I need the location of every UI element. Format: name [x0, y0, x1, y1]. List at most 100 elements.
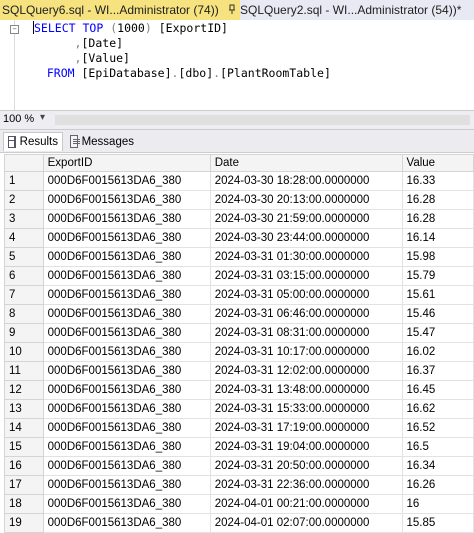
cell-exportid[interactable]: 000D6F0015613DA6_380: [42, 266, 211, 286]
cell-value[interactable]: 16.14: [401, 228, 474, 248]
cell-date[interactable]: 2024-03-31 19:04:00.0000000: [209, 437, 403, 457]
cell-value[interactable]: 16.26: [401, 475, 474, 495]
cell-exportid[interactable]: 000D6F0015613DA6_380: [42, 323, 211, 343]
table-row[interactable]: 8 000D6F0015613DA6_380 2024-03-31 06:46:00…: [4, 304, 474, 324]
row-number[interactable]: 6: [4, 266, 44, 286]
cell-exportid[interactable]: 000D6F0015613DA6_380: [42, 380, 211, 400]
cell-exportid[interactable]: 000D6F0015613DA6_380: [42, 513, 211, 533]
tab-sqlquery6[interactable]: SQLQuery6.sql - WI...Administrator (74))…: [0, 0, 240, 20]
table-row[interactable]: 9 000D6F0015613DA6_380 2024-03-31 08:31:00…: [4, 323, 474, 343]
cell-date[interactable]: 2024-03-31 03:15:00.0000000: [209, 266, 403, 286]
row-number[interactable]: 15: [4, 437, 44, 457]
cell-date[interactable]: 2024-03-31 13:48:00.0000000: [209, 380, 403, 400]
cell-date[interactable]: 2024-03-30 21:59:00.0000000: [209, 209, 403, 229]
column-header-date[interactable]: Date: [209, 154, 403, 172]
cell-exportid[interactable]: 000D6F0015613DA6_380: [42, 247, 211, 267]
cell-date[interactable]: 2024-03-31 12:02:00.0000000: [209, 361, 403, 381]
row-number[interactable]: 4: [4, 228, 44, 248]
column-header-exportid[interactable]: ExportID: [42, 154, 211, 172]
tab-results[interactable]: Results: [3, 132, 63, 151]
row-number[interactable]: 8: [4, 304, 44, 324]
table-row[interactable]: 6 000D6F0015613DA6_380 2024-03-31 03:15:00…: [4, 266, 474, 286]
cell-date[interactable]: 2024-03-31 08:31:00.0000000: [209, 323, 403, 343]
cell-value[interactable]: 16.02: [401, 342, 474, 362]
row-number[interactable]: 9: [4, 323, 44, 343]
row-number[interactable]: 16: [4, 456, 44, 476]
cell-value[interactable]: 15.47: [401, 323, 474, 343]
cell-value[interactable]: 16.45: [401, 380, 474, 400]
row-number[interactable]: 1: [4, 171, 44, 191]
cell-exportid[interactable]: 000D6F0015613DA6_380: [42, 361, 211, 381]
cell-value[interactable]: 15.85: [401, 513, 474, 533]
cell-date[interactable]: 2024-03-30 20:13:00.0000000: [209, 190, 403, 210]
cell-date[interactable]: 2024-04-01 00:21:00.0000000: [209, 494, 403, 514]
tab-messages[interactable]: Messages: [66, 132, 138, 151]
row-number[interactable]: 2: [4, 190, 44, 210]
cell-date[interactable]: 2024-03-31 22:36:00.0000000: [209, 475, 403, 495]
cell-date[interactable]: 2024-04-01 02:07:00.0000000: [209, 513, 403, 533]
sql-code[interactable]: SELECT TOP (1000) [ExportID] ,[Date] ,[V…: [33, 21, 331, 81]
table-row[interactable]: 2 000D6F0015613DA6_380 2024-03-30 20:13:00…: [4, 190, 474, 210]
cell-exportid[interactable]: 000D6F0015613DA6_380: [42, 475, 211, 495]
chevron-down-icon[interactable]: ▾: [40, 112, 45, 123]
cell-exportid[interactable]: 000D6F0015613DA6_380: [42, 190, 211, 210]
column-header-value[interactable]: Value: [401, 154, 474, 172]
row-number[interactable]: 17: [4, 475, 44, 495]
cell-date[interactable]: 2024-03-31 10:17:00.0000000: [209, 342, 403, 362]
cell-value[interactable]: 15.98: [401, 247, 474, 267]
row-number[interactable]: 18: [4, 494, 44, 514]
cell-exportid[interactable]: 000D6F0015613DA6_380: [42, 399, 211, 419]
cell-value[interactable]: 16.62: [401, 399, 474, 419]
row-number[interactable]: 3: [4, 209, 44, 229]
tab-sqlquery2[interactable]: SQLQuery2.sql - WI...Administrator (54))…: [240, 0, 474, 20]
table-row[interactable]: 19 000D6F0015613DA6_380 2024-04-01 02:07:0…: [4, 513, 474, 533]
row-number[interactable]: 19: [4, 513, 44, 533]
cell-exportid[interactable]: 000D6F0015613DA6_380: [42, 209, 211, 229]
cell-value[interactable]: 16: [401, 494, 474, 514]
cell-value[interactable]: 16.5: [401, 437, 474, 457]
cell-exportid[interactable]: 000D6F0015613DA6_380: [42, 342, 211, 362]
row-number[interactable]: 14: [4, 418, 44, 438]
row-number[interactable]: 11: [4, 361, 44, 381]
cell-value[interactable]: 16.37: [401, 361, 474, 381]
results-grid[interactable]: ExportID Date Value 1 000D6F0015613DA6_38…: [4, 154, 474, 533]
table-row[interactable]: 15 000D6F0015613DA6_380 2024-03-31 19:04:0…: [4, 437, 474, 457]
cell-value[interactable]: 15.61: [401, 285, 474, 305]
horizontal-scrollbar[interactable]: [55, 115, 470, 125]
cell-date[interactable]: 2024-03-31 20:50:00.0000000: [209, 456, 403, 476]
table-row[interactable]: 17 000D6F0015613DA6_380 2024-03-31 22:36:0…: [4, 475, 474, 495]
cell-exportid[interactable]: 000D6F0015613DA6_380: [42, 437, 211, 457]
cell-value[interactable]: 16.28: [401, 209, 474, 229]
cell-value[interactable]: 16.28: [401, 190, 474, 210]
cell-value[interactable]: 16.52: [401, 418, 474, 438]
row-number[interactable]: 13: [4, 399, 44, 419]
table-row[interactable]: 11 000D6F0015613DA6_380 2024-03-31 12:02:0…: [4, 361, 474, 381]
table-row[interactable]: 16 000D6F0015613DA6_380 2024-03-31 20:50:0…: [4, 456, 474, 476]
cell-date[interactable]: 2024-03-30 18:28:00.0000000: [209, 171, 403, 191]
cell-date[interactable]: 2024-03-31 15:33:00.0000000: [209, 399, 403, 419]
cell-value[interactable]: 15.46: [401, 304, 474, 324]
collapse-icon[interactable]: −: [10, 25, 19, 34]
query-editor[interactable]: − SELECT TOP (1000) [ExportID] ,[Date] ,…: [0, 20, 474, 110]
table-row[interactable]: 3 000D6F0015613DA6_380 2024-03-30 21:59:00…: [4, 209, 474, 229]
cell-date[interactable]: 2024-03-31 05:00:00.0000000: [209, 285, 403, 305]
row-number[interactable]: 12: [4, 380, 44, 400]
cell-exportid[interactable]: 000D6F0015613DA6_380: [42, 418, 211, 438]
table-row[interactable]: 1 000D6F0015613DA6_380 2024-03-30 18:28:00…: [4, 171, 474, 191]
cell-value[interactable]: 15.79: [401, 266, 474, 286]
cell-exportid[interactable]: 000D6F0015613DA6_380: [42, 285, 211, 305]
table-row[interactable]: 12 000D6F0015613DA6_380 2024-03-31 13:48:0…: [4, 380, 474, 400]
cell-exportid[interactable]: 000D6F0015613DA6_380: [42, 494, 211, 514]
cell-exportid[interactable]: 000D6F0015613DA6_380: [42, 171, 211, 191]
table-row[interactable]: 7 000D6F0015613DA6_380 2024-03-31 05:00:00…: [4, 285, 474, 305]
cell-exportid[interactable]: 000D6F0015613DA6_380: [42, 228, 211, 248]
zoom-level[interactable]: 100 %: [3, 113, 34, 125]
cell-date[interactable]: 2024-03-30 23:44:00.0000000: [209, 228, 403, 248]
row-number[interactable]: 10: [4, 342, 44, 362]
table-row[interactable]: 10 000D6F0015613DA6_380 2024-03-31 10:17:0…: [4, 342, 474, 362]
cell-date[interactable]: 2024-03-31 01:30:00.0000000: [209, 247, 403, 267]
row-number[interactable]: 7: [4, 285, 44, 305]
cell-exportid[interactable]: 000D6F0015613DA6_380: [42, 456, 211, 476]
table-row[interactable]: 5 000D6F0015613DA6_380 2024-03-31 01:30:00…: [4, 247, 474, 267]
table-row[interactable]: 13 000D6F0015613DA6_380 2024-03-31 15:33:0…: [4, 399, 474, 419]
